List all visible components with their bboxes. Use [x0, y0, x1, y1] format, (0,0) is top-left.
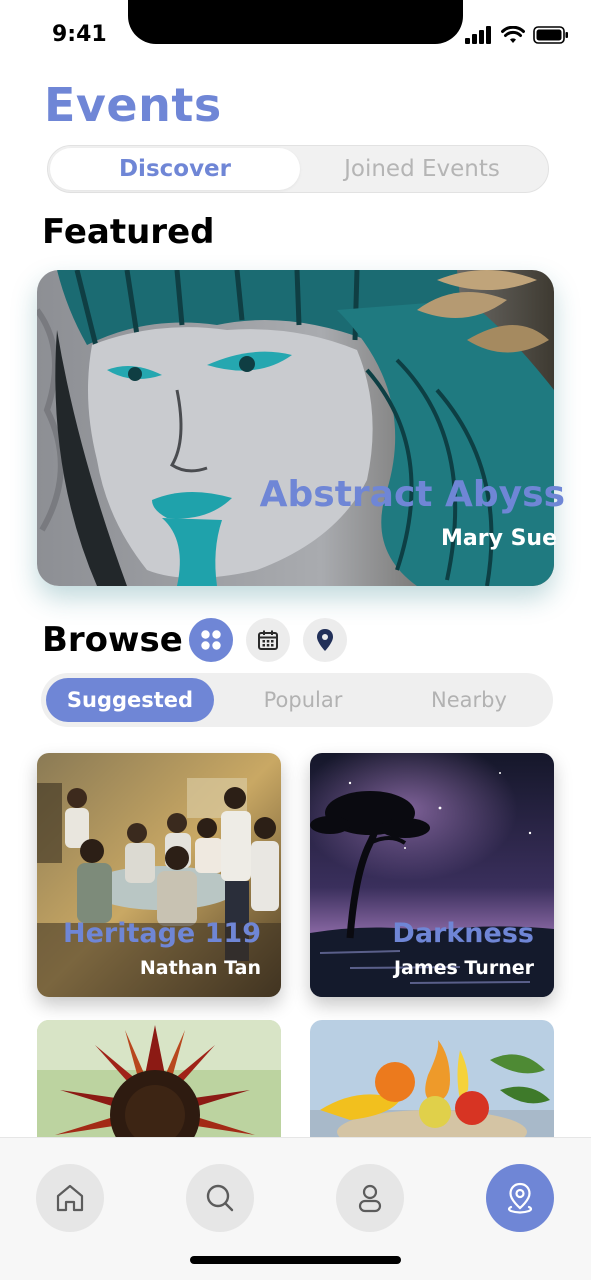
map-pin-icon	[507, 1182, 533, 1214]
status-bar: 9:41	[0, 0, 591, 70]
battery-icon	[533, 26, 568, 44]
search-icon	[206, 1184, 234, 1212]
featured-heading: Featured	[42, 212, 215, 252]
nav-profile-button[interactable]	[336, 1164, 404, 1232]
event-title: Darkness	[392, 918, 534, 949]
featured-event-title: Abstract Abyss	[259, 474, 565, 515]
calendar-view-button[interactable]	[246, 618, 290, 662]
event-title: Heritage 119	[62, 918, 261, 949]
status-time: 9:41	[52, 22, 107, 47]
tab-popular[interactable]: Popular	[219, 678, 387, 722]
events-segmented-control: Discover Joined Events	[47, 145, 549, 193]
grid-icon	[201, 630, 221, 650]
status-icons	[465, 26, 569, 44]
tab-suggested[interactable]: Suggested	[46, 678, 214, 722]
event-author: James Turner	[393, 957, 534, 979]
tab-nearby[interactable]: Nearby	[385, 678, 553, 722]
profile-icon	[358, 1184, 382, 1213]
location-view-button[interactable]	[303, 618, 347, 662]
device-notch	[128, 0, 463, 44]
nav-search-button[interactable]	[186, 1164, 254, 1232]
event-author: Nathan Tan	[139, 957, 261, 979]
wifi-icon	[501, 26, 525, 43]
signal-icon	[465, 26, 491, 44]
featured-event-author: Mary Sue	[440, 526, 557, 551]
home-icon	[56, 1184, 84, 1212]
home-indicator	[190, 1256, 401, 1264]
location-pin-icon	[317, 629, 333, 651]
nav-map-button[interactable]	[486, 1164, 554, 1232]
browse-view-options	[189, 618, 347, 662]
segment-discover[interactable]: Discover	[50, 148, 300, 190]
browse-tabs: Suggested Popular Nearby	[41, 673, 553, 727]
browse-heading: Browse	[42, 620, 183, 660]
segment-joined-events[interactable]: Joined Events	[298, 148, 546, 190]
calendar-icon	[258, 630, 278, 650]
nav-home-button[interactable]	[36, 1164, 104, 1232]
grid-view-button[interactable]	[189, 618, 233, 662]
page-title: Events	[44, 78, 222, 132]
